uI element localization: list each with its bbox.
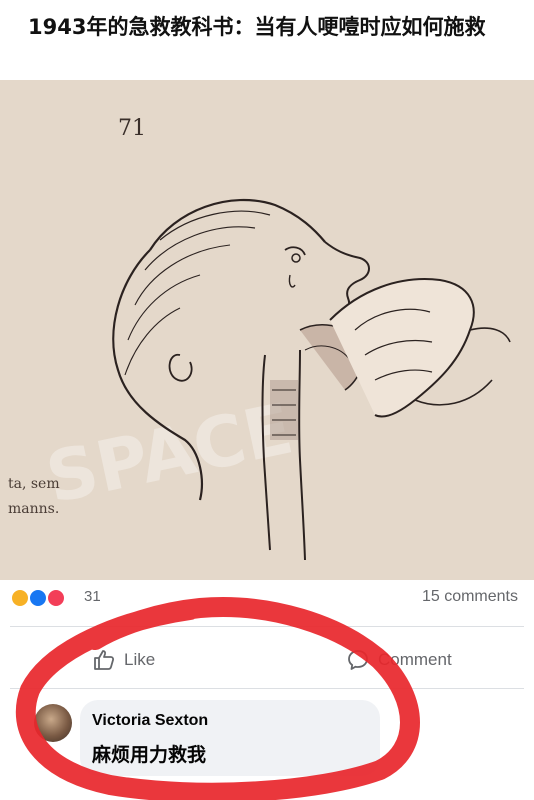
comment-author[interactable]: Victoria Sexton: [92, 712, 208, 730]
comment-text: 麻烦用力救我: [92, 744, 207, 766]
action-row: Like Comment: [0, 640, 534, 680]
post-title: 1943年的急救教科书：当有人哽噎时应如何施救: [28, 15, 486, 39]
post-photo[interactable]: SPACE 71 ta, sem manns.: [0, 80, 534, 580]
comment-item: Victoria Sexton 麻烦用力救我: [0, 696, 534, 786]
like-reaction-icon: [28, 588, 48, 608]
like-label: Like: [124, 650, 156, 669]
comment-bubble: Victoria Sexton 麻烦用力救我: [80, 700, 380, 776]
page-number: 71: [118, 116, 146, 141]
comment-button[interactable]: Comment: [346, 640, 452, 680]
reactions-row: 31 15 comments: [0, 582, 534, 616]
side-text: ta, sem manns.: [8, 472, 118, 522]
love-reaction-icon: [46, 588, 66, 608]
like-button[interactable]: Like: [92, 640, 155, 680]
reaction-count[interactable]: 31: [84, 588, 101, 605]
thumbs-up-icon: [94, 650, 115, 670]
avatar[interactable]: [34, 704, 72, 742]
comment-label: Comment: [378, 650, 452, 669]
comments-count[interactable]: 15 comments: [422, 588, 518, 606]
comment-icon: [348, 650, 368, 670]
haha-reaction-icon: [10, 588, 30, 608]
divider: [10, 626, 524, 627]
side-text-line: manns.: [8, 501, 60, 517]
divider: [10, 688, 524, 689]
side-text-line: ta, sem: [8, 476, 60, 492]
